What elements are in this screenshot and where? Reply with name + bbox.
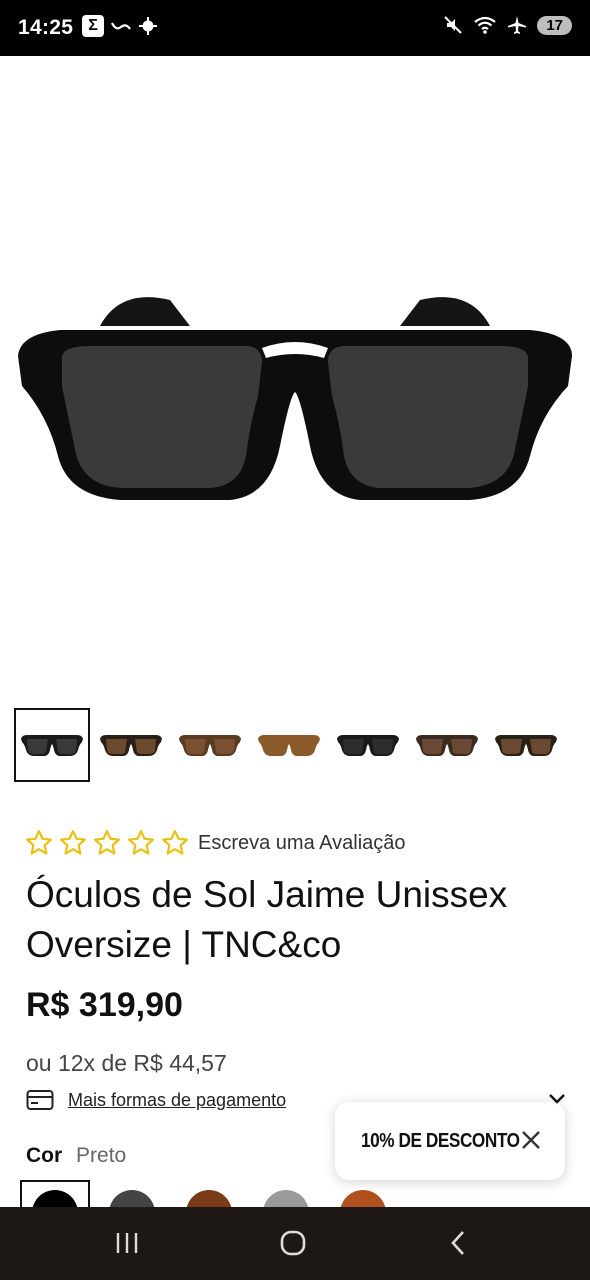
back-button[interactable] — [438, 1225, 478, 1261]
sunglasses-thumb-icon — [337, 735, 399, 756]
airplane-icon — [508, 16, 527, 34]
product-price: R$ 319,90 — [26, 986, 183, 1024]
color-swatch-4[interactable] — [263, 1190, 309, 1208]
thumbnail-strip — [14, 708, 580, 784]
status-right-icons: 17 — [443, 15, 572, 35]
discount-popup[interactable]: 10% DE DESCONTO — [335, 1102, 565, 1180]
home-icon — [280, 1230, 306, 1256]
sunglasses-thumb-icon — [258, 735, 320, 756]
star-icon[interactable] — [92, 828, 122, 858]
thumbnail-5[interactable] — [330, 708, 406, 782]
status-bar: 14:25 Σ 17 — [0, 0, 590, 56]
star-icon[interactable] — [160, 828, 190, 858]
thumbnail-2[interactable] — [93, 708, 169, 782]
thumbnail-7[interactable] — [488, 708, 564, 782]
sunglasses-thumb-icon — [495, 735, 557, 756]
tilde-icon — [111, 22, 131, 30]
color-swatches — [20, 1180, 420, 1208]
star-icon[interactable] — [126, 828, 156, 858]
battery-icon: 17 — [537, 15, 572, 35]
color-value: Preto — [76, 1144, 127, 1167]
mute-icon — [444, 16, 463, 34]
thumbnail-4[interactable] — [251, 708, 327, 782]
color-label: Cor — [26, 1144, 63, 1167]
installments-text: ou 12x de R$ 44,57 — [26, 1050, 227, 1076]
product-title: Óculos de Sol Jaime Unissex Oversize | T… — [26, 874, 508, 965]
thumbnail-6[interactable] — [409, 708, 485, 782]
color-selector-label: Cor Preto — [26, 1144, 126, 1168]
back-icon — [451, 1231, 464, 1255]
write-review-link[interactable]: Escreva uma Avaliação — [198, 832, 406, 855]
close-icon[interactable] — [519, 1128, 543, 1152]
sunglasses-thumb-icon — [21, 735, 83, 756]
color-swatch-3[interactable] — [186, 1190, 232, 1208]
sunglasses-image — [18, 297, 572, 500]
thumbnail-3[interactable] — [172, 708, 248, 782]
recent-apps-button[interactable] — [107, 1225, 147, 1261]
card-icon — [26, 1090, 54, 1110]
home-button[interactable] — [273, 1225, 313, 1261]
sunglasses-thumb-icon — [179, 735, 241, 756]
status-left-icons: Σ — [82, 15, 158, 37]
status-time: 14:25 — [18, 16, 74, 39]
sunglasses-thumb-icon — [100, 735, 162, 756]
star-icon[interactable] — [24, 828, 54, 858]
star-rating[interactable] — [24, 828, 194, 858]
sigma-icon: Σ — [82, 15, 104, 37]
sunglasses-thumb-icon — [416, 735, 478, 756]
more-payment-link[interactable]: Mais formas de pagamento — [68, 1090, 286, 1111]
thumbnail-1[interactable] — [14, 708, 90, 782]
color-swatch-5[interactable] — [340, 1190, 386, 1208]
recent-apps-icon — [116, 1233, 138, 1253]
wifi-icon — [474, 16, 496, 34]
system-nav-bar — [0, 1207, 590, 1280]
star-icon[interactable] — [58, 828, 88, 858]
discount-text[interactable]: 10% DE DESCONTO — [361, 1130, 520, 1153]
product-main-image[interactable] — [0, 56, 590, 696]
settings-gear-icon — [139, 17, 157, 35]
color-swatch-2[interactable] — [109, 1190, 155, 1208]
rating-row[interactable]: Escreva uma Avaliação — [24, 828, 406, 858]
